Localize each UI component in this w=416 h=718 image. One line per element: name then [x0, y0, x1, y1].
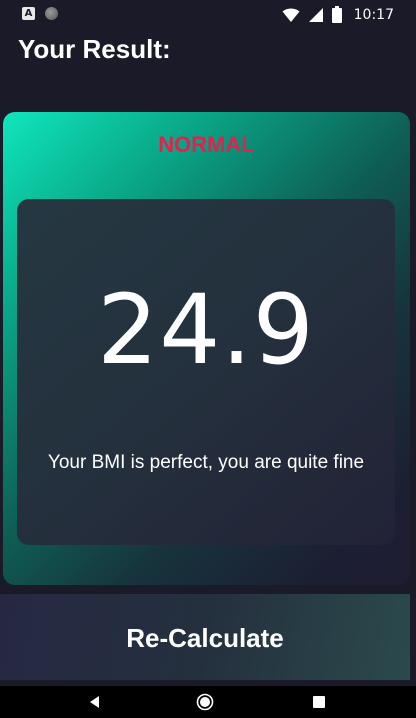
- circle-icon: [45, 7, 58, 20]
- bmi-message: Your BMI is perfect, you are quite fine: [47, 452, 365, 473]
- home-icon[interactable]: [196, 693, 214, 711]
- recalculate-button[interactable]: Re-Calculate: [0, 594, 410, 680]
- clock: 10:17: [353, 6, 394, 23]
- signal-icon: [308, 7, 324, 23]
- status-bar-left: A: [22, 7, 58, 20]
- status-bar-right: 10:17: [282, 6, 394, 23]
- wifi-icon: [282, 7, 300, 23]
- result-card: NORMAL 24.9 Your BMI is perfect, you are…: [3, 112, 410, 585]
- bmi-value: 24.9: [97, 274, 315, 386]
- recents-icon[interactable]: [310, 693, 328, 711]
- bmi-detail-card: 24.9 Your BMI is perfect, you are quite …: [17, 199, 395, 545]
- navigation-bar: [0, 686, 416, 718]
- a-icon: A: [22, 7, 35, 20]
- back-icon[interactable]: [86, 693, 104, 711]
- battery-icon: [331, 6, 342, 23]
- status-bar: A 10:17: [0, 0, 416, 30]
- bmi-result-screen: A 10:17 Your Result: NORMAL 24.9 Your BM…: [0, 0, 416, 718]
- page-title: Your Result:: [18, 34, 171, 64]
- bmi-status-label: NORMAL: [158, 132, 255, 157]
